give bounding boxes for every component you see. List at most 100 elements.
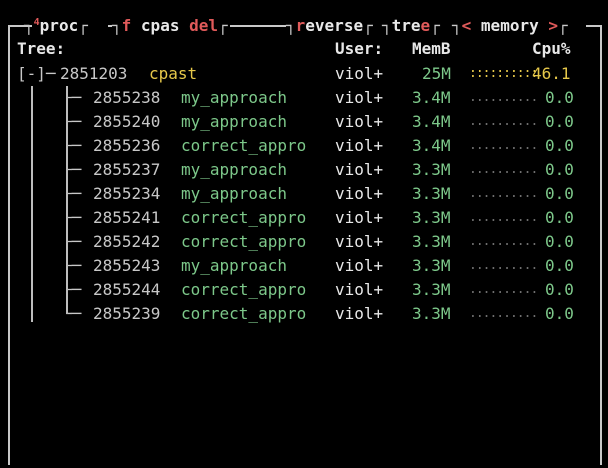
process-pid: 2855243 bbox=[93, 256, 161, 275]
column-header: Tree: User: MemB Cpu% bbox=[0, 37, 608, 61]
tree-collapse-toggle[interactable]: [-]─ bbox=[17, 62, 56, 86]
process-pid: 2855234 bbox=[93, 184, 161, 203]
process-pid: 2851203 bbox=[60, 64, 128, 83]
process-user: viol+ bbox=[335, 256, 384, 275]
process-mem: 3.3M bbox=[412, 304, 451, 323]
process-command: my_approach bbox=[181, 112, 287, 131]
process-mem: 3.3M bbox=[412, 256, 451, 275]
process-user: viol+ bbox=[335, 280, 384, 299]
process-user: viol+ bbox=[335, 208, 384, 227]
process-mem: 3.4M bbox=[412, 136, 451, 155]
process-command: my_approach bbox=[181, 184, 287, 203]
process-user: viol+ bbox=[335, 112, 384, 131]
cpu-graph: .......... bbox=[469, 306, 538, 321]
tab-reverse[interactable]: ┐reverse┌ bbox=[286, 14, 373, 38]
process-command: correct_appro bbox=[181, 232, 307, 251]
process-cpu: 0.0 bbox=[545, 112, 574, 131]
process-row[interactable]: ├─ 2855241 correct_appro viol+ 3.3M.........… bbox=[0, 206, 608, 230]
header-mem[interactable]: MemB bbox=[412, 37, 451, 61]
tab-memory[interactable]: ┐< memory >┌ bbox=[452, 14, 568, 38]
process-pid: 2855238 bbox=[93, 88, 161, 107]
cpu-graph: .......... bbox=[469, 90, 538, 105]
process-mem: 3.4M bbox=[412, 88, 451, 107]
cpu-graph: .......... bbox=[469, 282, 538, 297]
tree-branch: ├─ bbox=[62, 160, 82, 179]
tree-branch: └─ bbox=[62, 304, 82, 323]
process-mem: 3.3M bbox=[412, 160, 451, 179]
tree-branch: ├─ bbox=[62, 256, 82, 275]
process-pid: 2855236 bbox=[93, 136, 161, 155]
tab-tree[interactable]: ┐tree┌ bbox=[382, 14, 440, 38]
header-cpu[interactable]: Cpu% bbox=[532, 37, 571, 61]
tree-branch: ├─ bbox=[62, 136, 82, 155]
cpu-graph: .......... bbox=[469, 234, 538, 249]
process-command: my_approach bbox=[181, 256, 287, 275]
cpu-graph: .......... bbox=[469, 186, 538, 201]
process-pid: 2855242 bbox=[93, 232, 161, 251]
frame-top-border bbox=[230, 25, 286, 27]
tree-branch: ├─ bbox=[62, 232, 82, 251]
process-command: correct_appro bbox=[181, 136, 307, 155]
process-user: viol+ bbox=[335, 184, 384, 203]
process-cpu: 0.0 bbox=[545, 160, 574, 179]
process-row[interactable]: ├─ 2855242 correct_appro viol+ 3.3M.........… bbox=[0, 230, 608, 254]
tree-branch: ├─ bbox=[62, 112, 82, 131]
cpu-graph: :::::::::: bbox=[469, 66, 538, 81]
tree-branch: ├─ bbox=[62, 88, 82, 107]
process-row[interactable]: └─ 2855239 correct_appro viol+ 3.3M.........… bbox=[0, 302, 608, 326]
tree-branch: ├─ bbox=[62, 208, 82, 227]
process-mem: 3.3M bbox=[412, 232, 451, 251]
process-mem: 3.3M bbox=[412, 184, 451, 203]
process-command: correct_appro bbox=[181, 280, 307, 299]
process-row-root[interactable]: [-]─ 2851203 cpast viol+ 25M :::::::::: … bbox=[0, 62, 608, 86]
process-command: correct_appro bbox=[181, 304, 307, 323]
tab-proc[interactable]: ┐4proc┌ bbox=[24, 14, 88, 38]
process-cpu: 0.0 bbox=[545, 136, 574, 155]
process-user: viol+ bbox=[335, 88, 384, 107]
tree-branch: ├─ bbox=[62, 280, 82, 299]
cpu-graph: .......... bbox=[469, 138, 538, 153]
process-pid: 2855239 bbox=[93, 304, 161, 323]
process-row[interactable]: ├─ 2855238 my_approach viol+ 3.4M.......... 0… bbox=[0, 86, 608, 110]
process-user: viol+ bbox=[335, 232, 384, 251]
frame-top-border bbox=[586, 25, 600, 27]
process-cpu: 0.0 bbox=[545, 232, 574, 251]
tree-guide-line bbox=[66, 86, 68, 314]
cpu-graph: .......... bbox=[469, 210, 538, 225]
cpu-graph: .......... bbox=[469, 162, 538, 177]
process-user: viol+ bbox=[335, 136, 384, 155]
process-cpu: 0.0 bbox=[545, 304, 574, 323]
process-command: my_approach bbox=[181, 88, 287, 107]
process-pid: 2855240 bbox=[93, 112, 161, 131]
process-mem: 3.3M bbox=[412, 208, 451, 227]
process-user: viol+ bbox=[335, 304, 384, 323]
process-row[interactable]: ├─ 2855237 my_approach viol+ 3.3M.......... 0… bbox=[0, 158, 608, 182]
process-cpu: 0.0 bbox=[545, 88, 574, 107]
process-command: cpast bbox=[149, 64, 198, 83]
cpu-graph: .......... bbox=[469, 258, 538, 273]
process-row[interactable]: ├─ 2855240 my_approach viol+ 3.4M.......... 0… bbox=[0, 110, 608, 134]
process-cpu: 0.0 bbox=[545, 280, 574, 299]
cpu-graph: .......... bbox=[469, 114, 538, 129]
process-pid: 2855241 bbox=[93, 208, 161, 227]
process-cpu: 0.0 bbox=[545, 256, 574, 275]
process-pid: 2855237 bbox=[93, 160, 161, 179]
process-row[interactable]: ├─ 2855236 correct_appro viol+ 3.4M.........… bbox=[0, 134, 608, 158]
process-user: viol+ bbox=[335, 64, 384, 83]
process-cpu: 0.0 bbox=[545, 208, 574, 227]
header-tree[interactable]: Tree: bbox=[17, 37, 65, 61]
process-command: correct_appro bbox=[181, 208, 307, 227]
header-user[interactable]: User: bbox=[335, 37, 383, 61]
process-mem: 25M bbox=[422, 64, 451, 83]
process-cpu: 46.1 bbox=[532, 64, 571, 83]
process-row[interactable]: ├─ 2855234 my_approach viol+ 3.3M.......... 0… bbox=[0, 182, 608, 206]
process-cpu: 0.0 bbox=[545, 184, 574, 203]
process-user: viol+ bbox=[335, 160, 384, 179]
process-mem: 3.4M bbox=[412, 112, 451, 131]
process-row[interactable]: ├─ 2855244 correct_appro viol+ 3.3M.........… bbox=[0, 278, 608, 302]
tree-branch: ├─ bbox=[62, 184, 82, 203]
process-pid: 2855244 bbox=[93, 280, 161, 299]
tab-cpas[interactable]: ┐f cpas del┌ bbox=[112, 14, 228, 38]
process-command: my_approach bbox=[181, 160, 287, 179]
process-row[interactable]: ├─ 2855243 my_approach viol+ 3.3M.......... 0… bbox=[0, 254, 608, 278]
